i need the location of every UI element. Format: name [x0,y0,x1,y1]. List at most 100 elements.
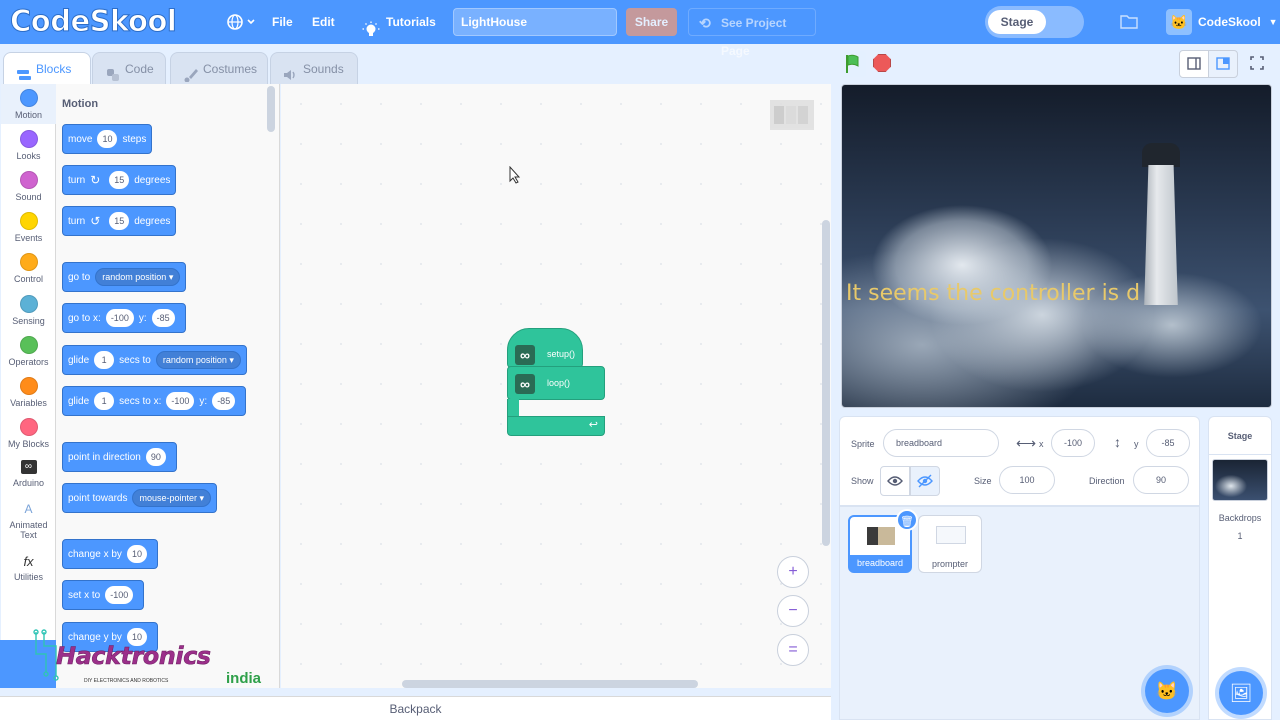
change-x-block[interactable]: change x by 10 [62,539,158,569]
category-animated-text[interactable]: A Animated Text [1,502,56,540]
stage-target-panel[interactable]: Stage Backdrops 1 🖼 [1208,416,1272,720]
category-sound[interactable]: Sound [1,171,56,202]
move-steps-block[interactable]: move 10 steps [62,124,153,154]
category-events[interactable]: Events [1,212,56,243]
towards-dropdown[interactable]: mouse-pointer ▾ [132,489,212,507]
direction-input[interactable]: 90 [145,448,166,466]
fullscreen-button[interactable] [1243,50,1273,78]
category-my-blocks[interactable]: My Blocks [1,418,56,449]
file-menu[interactable]: File [272,0,293,44]
sprite-name-input[interactable]: breadboard [883,429,999,457]
go-to-xy-block[interactable]: go to x: -100 y: -85 [62,303,186,333]
stop-button[interactable] [873,54,891,72]
turn-right-block[interactable]: turn ↻ 15 degrees [62,165,177,195]
category-label: Looks [16,151,41,161]
dropdown-arrow-icon: ▾ [229,355,234,365]
tab-code[interactable]: Code [92,52,166,84]
y-position-input[interactable]: -85 [1146,429,1190,457]
show-hidden-button[interactable] [910,466,940,496]
tab-blocks[interactable]: Blocks [3,52,91,85]
degrees-input[interactable]: 15 [109,212,130,230]
x-input[interactable]: -100 [166,392,195,410]
block-text: turn [68,215,86,227]
tab-sounds[interactable]: Sounds [270,52,358,84]
loop-c-block[interactable]: ∞ loop() ↩ [507,366,605,436]
backpack-bar[interactable]: Backpack [0,696,831,720]
small-stage-icon [1187,57,1201,70]
x-input[interactable]: -100 [105,309,134,327]
share-button[interactable]: Share [626,8,677,36]
see-project-page-button[interactable]: ⟲ See Project Page [688,8,816,58]
point-towards-block[interactable]: point towards mouse-pointer ▾ [62,483,218,513]
category-control[interactable]: Control [1,253,56,284]
glide-to-block[interactable]: glide 1 secs to random position ▾ [62,345,247,375]
sprite-thumb-prompter[interactable]: prompter [918,515,982,573]
category-motion[interactable]: Motion [1,84,56,124]
sprite-thumb-breadboard[interactable]: breadboard 🗑 [848,509,918,573]
secs-input[interactable]: 1 [94,392,115,410]
palette-scrollbar[interactable] [267,86,275,132]
set-x-block[interactable]: set x to -100 [62,580,145,610]
zoom-in-button[interactable]: + [777,556,809,588]
normal-stage-button[interactable] [1208,50,1238,78]
category-utilities[interactable]: fx Utilities [1,554,56,582]
category-label: Operators [8,357,49,367]
category-variables[interactable]: Variables [1,377,56,408]
language-globe-icon[interactable] [226,12,256,32]
show-visible-button[interactable] [880,466,910,496]
direction-input[interactable]: 90 [1133,466,1189,494]
small-stage-button[interactable] [1179,50,1209,78]
stage-mode-toggle[interactable]: Stage [985,6,1084,38]
category-label: Sound [15,192,42,202]
category-operators[interactable]: Operators [1,336,56,367]
my-stuff-folder-icon[interactable] [1120,13,1138,29]
set-x-input[interactable]: -100 [105,586,134,604]
edit-menu[interactable]: Edit [312,0,335,44]
add-backdrop-button[interactable]: 🖼 [1219,671,1263,715]
y-input[interactable]: -85 [151,309,175,327]
tutorials-menu[interactable]: Tutorials [362,0,436,44]
point-in-direction-block[interactable]: point in direction 90 [62,442,177,472]
steps-input[interactable]: 10 [97,130,118,148]
tab-costumes[interactable]: Costumes [170,52,268,84]
category-looks[interactable]: Looks [1,130,56,161]
turn-left-block[interactable]: turn ↺ 15 degrees [62,206,177,236]
codeskool-logo[interactable]: CodeSkool [9,4,177,39]
account-menu[interactable]: 🐱 CodeSkool ▼ [1166,8,1278,36]
secs-input[interactable]: 1 [94,351,115,369]
arduino-infinity-icon: ∞ [515,345,535,365]
setup-hat-block[interactable]: ∞ setup() [507,328,583,368]
delete-sprite-button[interactable]: 🗑 [896,509,918,531]
zoom-reset-button[interactable]: = [777,634,809,666]
go-to-block[interactable]: go to random position ▾ [62,262,187,292]
y-input[interactable]: -85 [212,392,236,410]
blocks-icon [16,62,32,80]
add-sprite-button[interactable]: 🐱 [1145,669,1189,713]
block-text: degrees [134,174,171,186]
workspace-horizontal-scrollbar[interactable] [402,680,698,688]
degrees-input[interactable]: 15 [109,171,130,189]
green-flag-button[interactable] [840,51,866,77]
motion-dot-icon [19,89,38,107]
zoom-out-button[interactable]: − [777,595,809,627]
sensing-dot-icon [19,295,38,313]
sprite-name: prompter [931,559,968,569]
stage-panel-title: Stage [1209,417,1271,455]
category-arduino[interactable]: ∞ Arduino [1,460,56,488]
project-title-input[interactable]: LightHouse [453,8,617,36]
size-input[interactable]: 100 [999,466,1055,494]
target-dropdown[interactable]: random position ▾ [155,351,241,369]
code-workspace[interactable]: ∞ setup() ∞ loop() ↩ + − = [281,84,831,688]
zoom-reset-icon: = [788,641,798,658]
x-position-input[interactable]: -100 [1051,429,1095,457]
change-x-input[interactable]: 10 [126,545,147,563]
category-sensing[interactable]: Sensing [1,295,56,326]
stage-canvas[interactable]: It seems the controller is d [841,84,1272,408]
workspace-vertical-scrollbar[interactable] [822,220,830,546]
category-label: My Blocks [7,439,49,449]
target-dropdown[interactable]: random position ▾ [95,268,181,286]
glide-to-xy-block[interactable]: glide 1 secs to x: -100 y: -85 [62,386,247,416]
remix-icon: ⟲ [699,15,711,31]
size-label: Size [974,476,992,486]
stage-caption-text: It seems the controller is d [846,281,1141,306]
